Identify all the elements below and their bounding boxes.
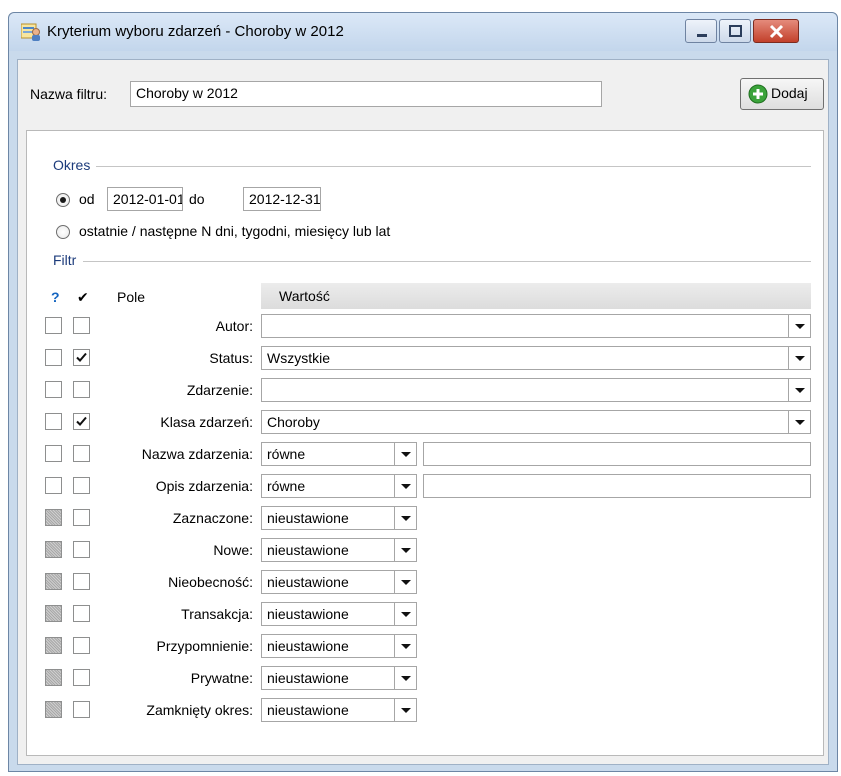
last-n-radio[interactable] xyxy=(56,225,70,239)
dialog-window: Kryterium wyboru zdarzeń - Choroby w 201… xyxy=(8,12,838,772)
operator-dropdown[interactable]: nieustawione xyxy=(261,570,417,594)
question-column-header: ? xyxy=(51,289,60,305)
app-icon xyxy=(21,23,40,41)
field-label: Przypomnienie: xyxy=(156,638,254,654)
field-column-header: Pole xyxy=(117,289,146,305)
operator-dropdown[interactable]: równe xyxy=(261,442,417,466)
value-column-header: Wartość xyxy=(279,288,330,304)
date-to-input[interactable]: 2012-12-31 xyxy=(243,187,321,211)
add-button-label: Dodaj xyxy=(771,85,808,101)
minimize-button[interactable] xyxy=(685,19,717,43)
field-label: Zaznaczone: xyxy=(172,510,253,526)
chevron-down-icon[interactable] xyxy=(394,699,416,721)
dropdown-value: Wszystkie xyxy=(267,350,330,366)
close-button[interactable] xyxy=(753,19,799,43)
chevron-down-icon[interactable] xyxy=(394,507,416,529)
dropdown-value: równe xyxy=(267,446,306,462)
operator-dropdown[interactable]: nieustawione xyxy=(261,506,417,530)
chevron-down-icon[interactable] xyxy=(394,667,416,689)
filter-name-input[interactable]: Choroby w 2012 xyxy=(130,81,602,107)
operator-dropdown[interactable]: nieustawione xyxy=(261,602,417,626)
value-dropdown[interactable]: Choroby xyxy=(261,410,811,434)
field-label: Klasa zdarzeń: xyxy=(160,414,253,430)
field-label: Prywatne: xyxy=(190,670,253,686)
operator-dropdown[interactable]: nieustawione xyxy=(261,634,417,658)
operator-dropdown[interactable]: nieustawione xyxy=(261,698,417,722)
chevron-down-icon[interactable] xyxy=(788,315,810,337)
chevron-down-icon[interactable] xyxy=(394,539,416,561)
chevron-down-icon[interactable] xyxy=(394,443,416,465)
field-label: Nieobecność: xyxy=(168,574,253,590)
dropdown-value: nieustawione xyxy=(267,702,349,718)
value-column-header-bg: Wartość xyxy=(261,283,811,309)
dropdown-value: nieustawione xyxy=(267,510,349,526)
plus-circle-icon xyxy=(748,84,768,104)
title-bar[interactable]: Kryterium wyboru zdarzeń - Choroby w 201… xyxy=(9,13,837,51)
period-separator xyxy=(87,166,811,167)
to-label: do xyxy=(189,191,205,207)
value-dropdown[interactable]: Wszystkie xyxy=(261,346,811,370)
chevron-down-icon[interactable] xyxy=(394,635,416,657)
filter-name-label: Nazwa filtru: xyxy=(30,86,108,102)
dropdown-value: nieustawione xyxy=(267,606,349,622)
add-button[interactable]: Dodaj xyxy=(740,78,824,110)
dropdown-value: nieustawione xyxy=(267,638,349,654)
date-from-input[interactable]: 2012-01-01 xyxy=(107,187,183,211)
chevron-down-icon[interactable] xyxy=(788,411,810,433)
field-label: Autor: xyxy=(215,318,253,334)
last-n-label: ostatnie / następne N dni, tygodni, mies… xyxy=(79,223,391,239)
chevron-down-icon[interactable] xyxy=(788,379,810,401)
field-label: Nowe: xyxy=(213,542,253,558)
field-label: Zdarzenie: xyxy=(186,382,253,398)
field-label: Opis zdarzenia: xyxy=(155,478,253,494)
field-label: Status: xyxy=(209,350,253,366)
dropdown-value: nieustawione xyxy=(267,574,349,590)
dialog-body: Nazwa filtru: Choroby w 2012 Dodaj Okres… xyxy=(17,59,829,765)
range-radio[interactable] xyxy=(56,193,70,207)
operator-dropdown[interactable]: nieustawione xyxy=(261,538,417,562)
chevron-down-icon[interactable] xyxy=(788,347,810,369)
dropdown-value: nieustawione xyxy=(267,670,349,686)
filter-section-title: Filtr xyxy=(53,252,83,268)
operator-dropdown[interactable]: nieustawione xyxy=(261,666,417,690)
check-column-header: ✔ xyxy=(77,289,89,305)
value-text-input[interactable] xyxy=(423,442,811,466)
window-title: Kryterium wyboru zdarzeń - Choroby w 201… xyxy=(47,23,344,40)
from-label: od xyxy=(79,191,95,207)
operator-dropdown[interactable]: równe xyxy=(261,474,417,498)
value-dropdown[interactable] xyxy=(261,378,811,402)
value-text-input[interactable] xyxy=(423,474,811,498)
field-label: Transakcja: xyxy=(181,606,253,622)
dropdown-value: nieustawione xyxy=(267,542,349,558)
close-icon xyxy=(769,24,784,39)
dropdown-value: Choroby xyxy=(267,414,320,430)
maximize-button[interactable] xyxy=(719,19,751,43)
period-section-title: Okres xyxy=(53,157,97,173)
field-label: Zamknięty okres: xyxy=(146,702,253,718)
chevron-down-icon[interactable] xyxy=(394,571,416,593)
maximize-icon xyxy=(729,25,742,37)
dropdown-value: równe xyxy=(267,478,306,494)
minimize-icon xyxy=(697,34,707,37)
field-label: Nazwa zdarzenia: xyxy=(141,446,253,462)
chevron-down-icon[interactable] xyxy=(394,603,416,625)
chevron-down-icon[interactable] xyxy=(394,475,416,497)
filter-separator xyxy=(83,261,811,262)
value-dropdown[interactable] xyxy=(261,314,811,338)
criteria-panel: Okres od 2012-01-01 do 2012-12-31 ostatn… xyxy=(26,130,824,756)
